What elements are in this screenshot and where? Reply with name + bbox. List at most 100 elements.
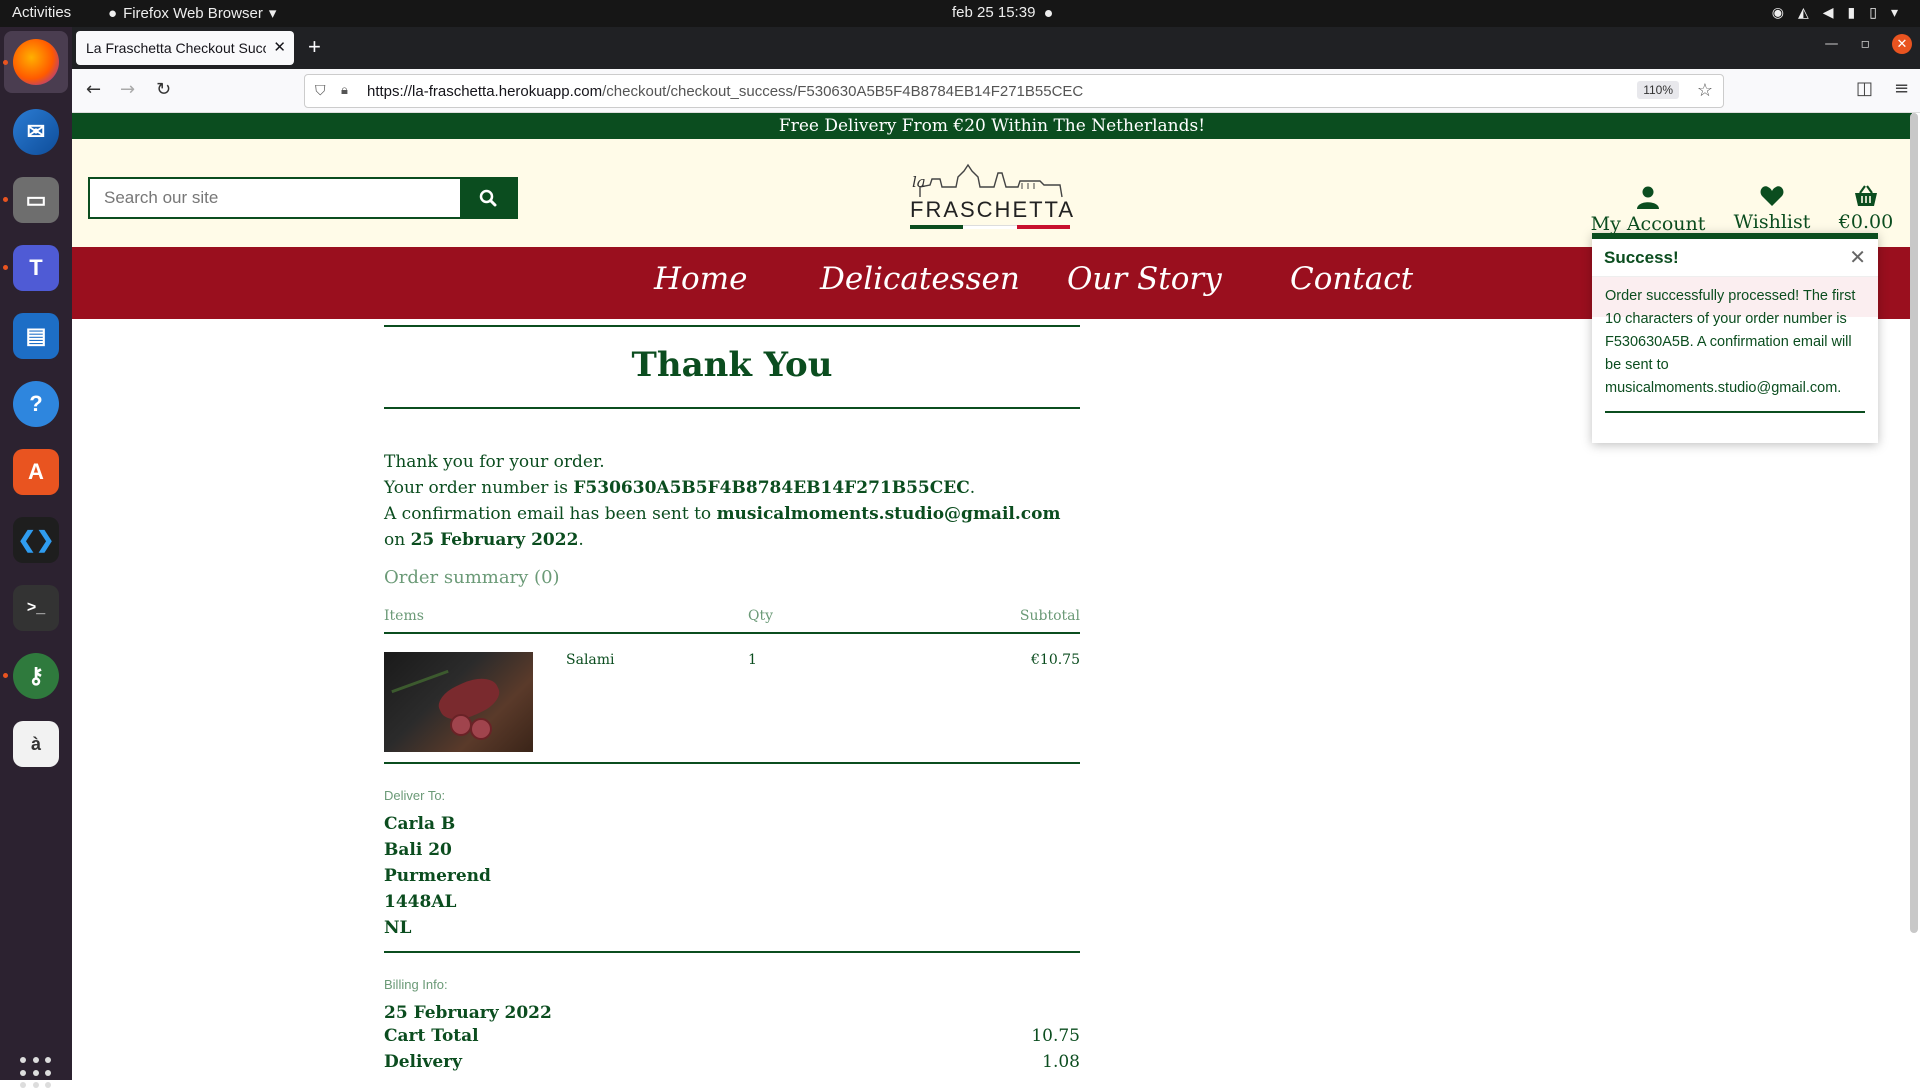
forward-icon[interactable]: →	[120, 79, 135, 100]
order-number-prefix: Your order number is	[384, 478, 573, 498]
system-top-bar: Activities ● Firefox Web Browser ▾ feb 2…	[0, 0, 1920, 27]
my-account-link[interactable]: My Account	[1578, 185, 1718, 235]
notification-dot-icon	[1045, 10, 1052, 17]
divider	[384, 951, 1080, 953]
search-button[interactable]	[460, 179, 516, 217]
browser-tab-bar: La Fraschetta Checkout Succ ✕ + — ▫ ✕	[72, 27, 1920, 69]
clock-label: feb 25 15:39	[952, 4, 1035, 21]
help-icon[interactable]: ?	[13, 381, 59, 427]
running-indicator	[3, 60, 8, 65]
text-editor-icon[interactable]: à	[13, 721, 59, 767]
terminal-icon[interactable]: >_	[13, 585, 59, 631]
firefox-icon[interactable]	[13, 39, 59, 85]
hamburger-menu-icon[interactable]: ≡	[1894, 78, 1909, 99]
toast-rule	[1605, 411, 1865, 413]
microphone-icon[interactable]: ▮	[1848, 4, 1856, 21]
zoom-indicator[interactable]: 110%	[1637, 81, 1679, 99]
site-header: la FRASCHETTA My Account Wishlist €0.00	[72, 139, 1912, 247]
software-center-icon[interactable]: A	[13, 449, 59, 495]
url-text[interactable]: https://la-fraschetta.herokuapp.com/chec…	[367, 83, 1083, 100]
bookmark-star-icon[interactable]: ☆	[1697, 80, 1713, 101]
thunderbird-icon[interactable]: ✉	[13, 109, 59, 155]
customer-email: musicalmoments.studio@gmail.com	[717, 504, 1061, 524]
deliver-to-label: Deliver To:	[384, 788, 1080, 803]
wifi-icon[interactable]: ◭	[1798, 4, 1809, 21]
cart-link[interactable]: €0.00	[1824, 185, 1908, 233]
product-image[interactable]	[384, 652, 533, 752]
reload-icon[interactable]: ↻	[156, 79, 171, 100]
confirmation-email-line: A confirmation email has been sent to mu…	[384, 501, 1080, 553]
thank-you-line: Thank you for your order.	[384, 449, 1080, 475]
user-icon	[1636, 185, 1660, 209]
keyring-icon[interactable]: ⚷	[13, 653, 59, 699]
close-window-icon[interactable]: ✕	[1892, 34, 1912, 54]
search-input[interactable]	[90, 179, 460, 217]
clock[interactable]: feb 25 15:39	[952, 4, 1052, 21]
salami-slice	[470, 718, 492, 740]
nav-our-story[interactable]: Our Story	[1067, 261, 1222, 297]
web-page: Free Delivery From €20 Within The Nether…	[72, 113, 1912, 1080]
window-controls: — ▫ ✕	[1825, 34, 1920, 54]
power-menu-chevron-icon[interactable]: ▾	[1891, 4, 1898, 21]
back-icon[interactable]: ←	[86, 79, 101, 100]
app-menu-label: Firefox Web Browser	[123, 5, 263, 22]
address-street: Bali 20	[384, 837, 1080, 863]
new-tab-icon[interactable]: +	[308, 34, 321, 60]
lock-icon[interactable]: 🔒︎	[341, 82, 348, 98]
dock: ✉ ▭ T ▤ ? A ❮❯ >_ ⚷ à	[0, 27, 72, 1080]
vscode-icon[interactable]: ❮❯	[13, 517, 59, 563]
nav-home[interactable]: Home	[654, 261, 747, 297]
cart-total-label: €0.00	[1839, 211, 1893, 233]
close-icon[interactable]: ✕	[1849, 245, 1866, 270]
shopping-basket-icon	[1853, 185, 1879, 207]
checkout-success-content: Thank You Thank you for your order. Your…	[384, 325, 1080, 1078]
column-qty: Qty	[748, 608, 773, 624]
toast-message: Order successfully processed! The first …	[1605, 285, 1867, 400]
order-number: F530630A5B5F4B8784EB14F271B55CEC	[573, 478, 969, 498]
cart-total-value: 10.75	[1031, 1026, 1080, 1046]
minimize-icon[interactable]: —	[1825, 36, 1839, 52]
delivery-banner: Free Delivery From €20 Within The Nether…	[72, 113, 1912, 139]
teams-icon[interactable]: T	[13, 245, 59, 291]
address-postcode: 1448AL	[384, 889, 1080, 915]
page-title: Thank You	[384, 327, 1080, 407]
logo-wordmark: FRASCHETTA	[910, 197, 1070, 223]
wishlist-label: Wishlist	[1734, 211, 1811, 233]
url-host: https://la-fraschetta.herokuapp.com	[367, 83, 602, 100]
wishlist-link[interactable]: Wishlist	[1722, 185, 1822, 233]
heart-icon	[1760, 185, 1784, 207]
order-summary-title: Order summary (0)	[384, 567, 1080, 588]
delivery-row: Delivery 1.08	[384, 1052, 1080, 1078]
writer-icon[interactable]: ▤	[13, 313, 59, 359]
maximize-icon[interactable]: ▫	[1861, 36, 1871, 52]
accessibility-icon[interactable]: ◉	[1772, 4, 1784, 21]
item-qty: 1	[748, 652, 757, 668]
battery-icon[interactable]: ▯	[1869, 4, 1877, 21]
order-number-suffix: .	[970, 478, 975, 498]
address-city: Purmerend	[384, 863, 1080, 889]
browser-tab[interactable]: La Fraschetta Checkout Succ ✕	[76, 31, 294, 65]
running-indicator	[3, 673, 8, 678]
close-tab-icon[interactable]: ✕	[273, 38, 286, 56]
nav-delicatessen[interactable]: Delicatessen	[820, 261, 1020, 297]
browser-nav-bar: ← → ↻ ⛉ 🔒︎ https://la-fraschetta.herokua…	[72, 69, 1920, 113]
nav-contact[interactable]: Contact	[1290, 261, 1413, 297]
tracking-shield-icon[interactable]: ⛉	[315, 82, 326, 99]
system-tray[interactable]: ◉ ◭ ◀ ▮ ▯ ▾	[1772, 4, 1898, 21]
show-apps-icon[interactable]	[20, 1057, 52, 1089]
search-form	[88, 177, 518, 219]
volume-icon[interactable]: ◀	[1823, 4, 1834, 21]
delivery-value: 1.08	[1042, 1052, 1080, 1072]
success-toast: Success! ✕ Order successfully processed!…	[1592, 233, 1878, 443]
page-scrollbar[interactable]	[1910, 113, 1918, 933]
email-suffix: .	[578, 530, 583, 550]
activities-button[interactable]: Activities	[12, 4, 71, 21]
files-icon[interactable]: ▭	[13, 177, 59, 223]
app-menu[interactable]: ● Firefox Web Browser ▾	[108, 4, 276, 22]
url-bar[interactable]: ⛉ 🔒︎ https://la-fraschetta.herokuapp.com…	[304, 74, 1724, 108]
order-items-header: Items Qty Subtotal	[384, 608, 1080, 634]
pocket-icon[interactable]: ◫	[1856, 78, 1873, 99]
rosemary-sprig	[391, 670, 448, 693]
site-logo[interactable]: la FRASCHETTA	[910, 159, 1070, 231]
firefox-icon: ●	[108, 5, 117, 22]
